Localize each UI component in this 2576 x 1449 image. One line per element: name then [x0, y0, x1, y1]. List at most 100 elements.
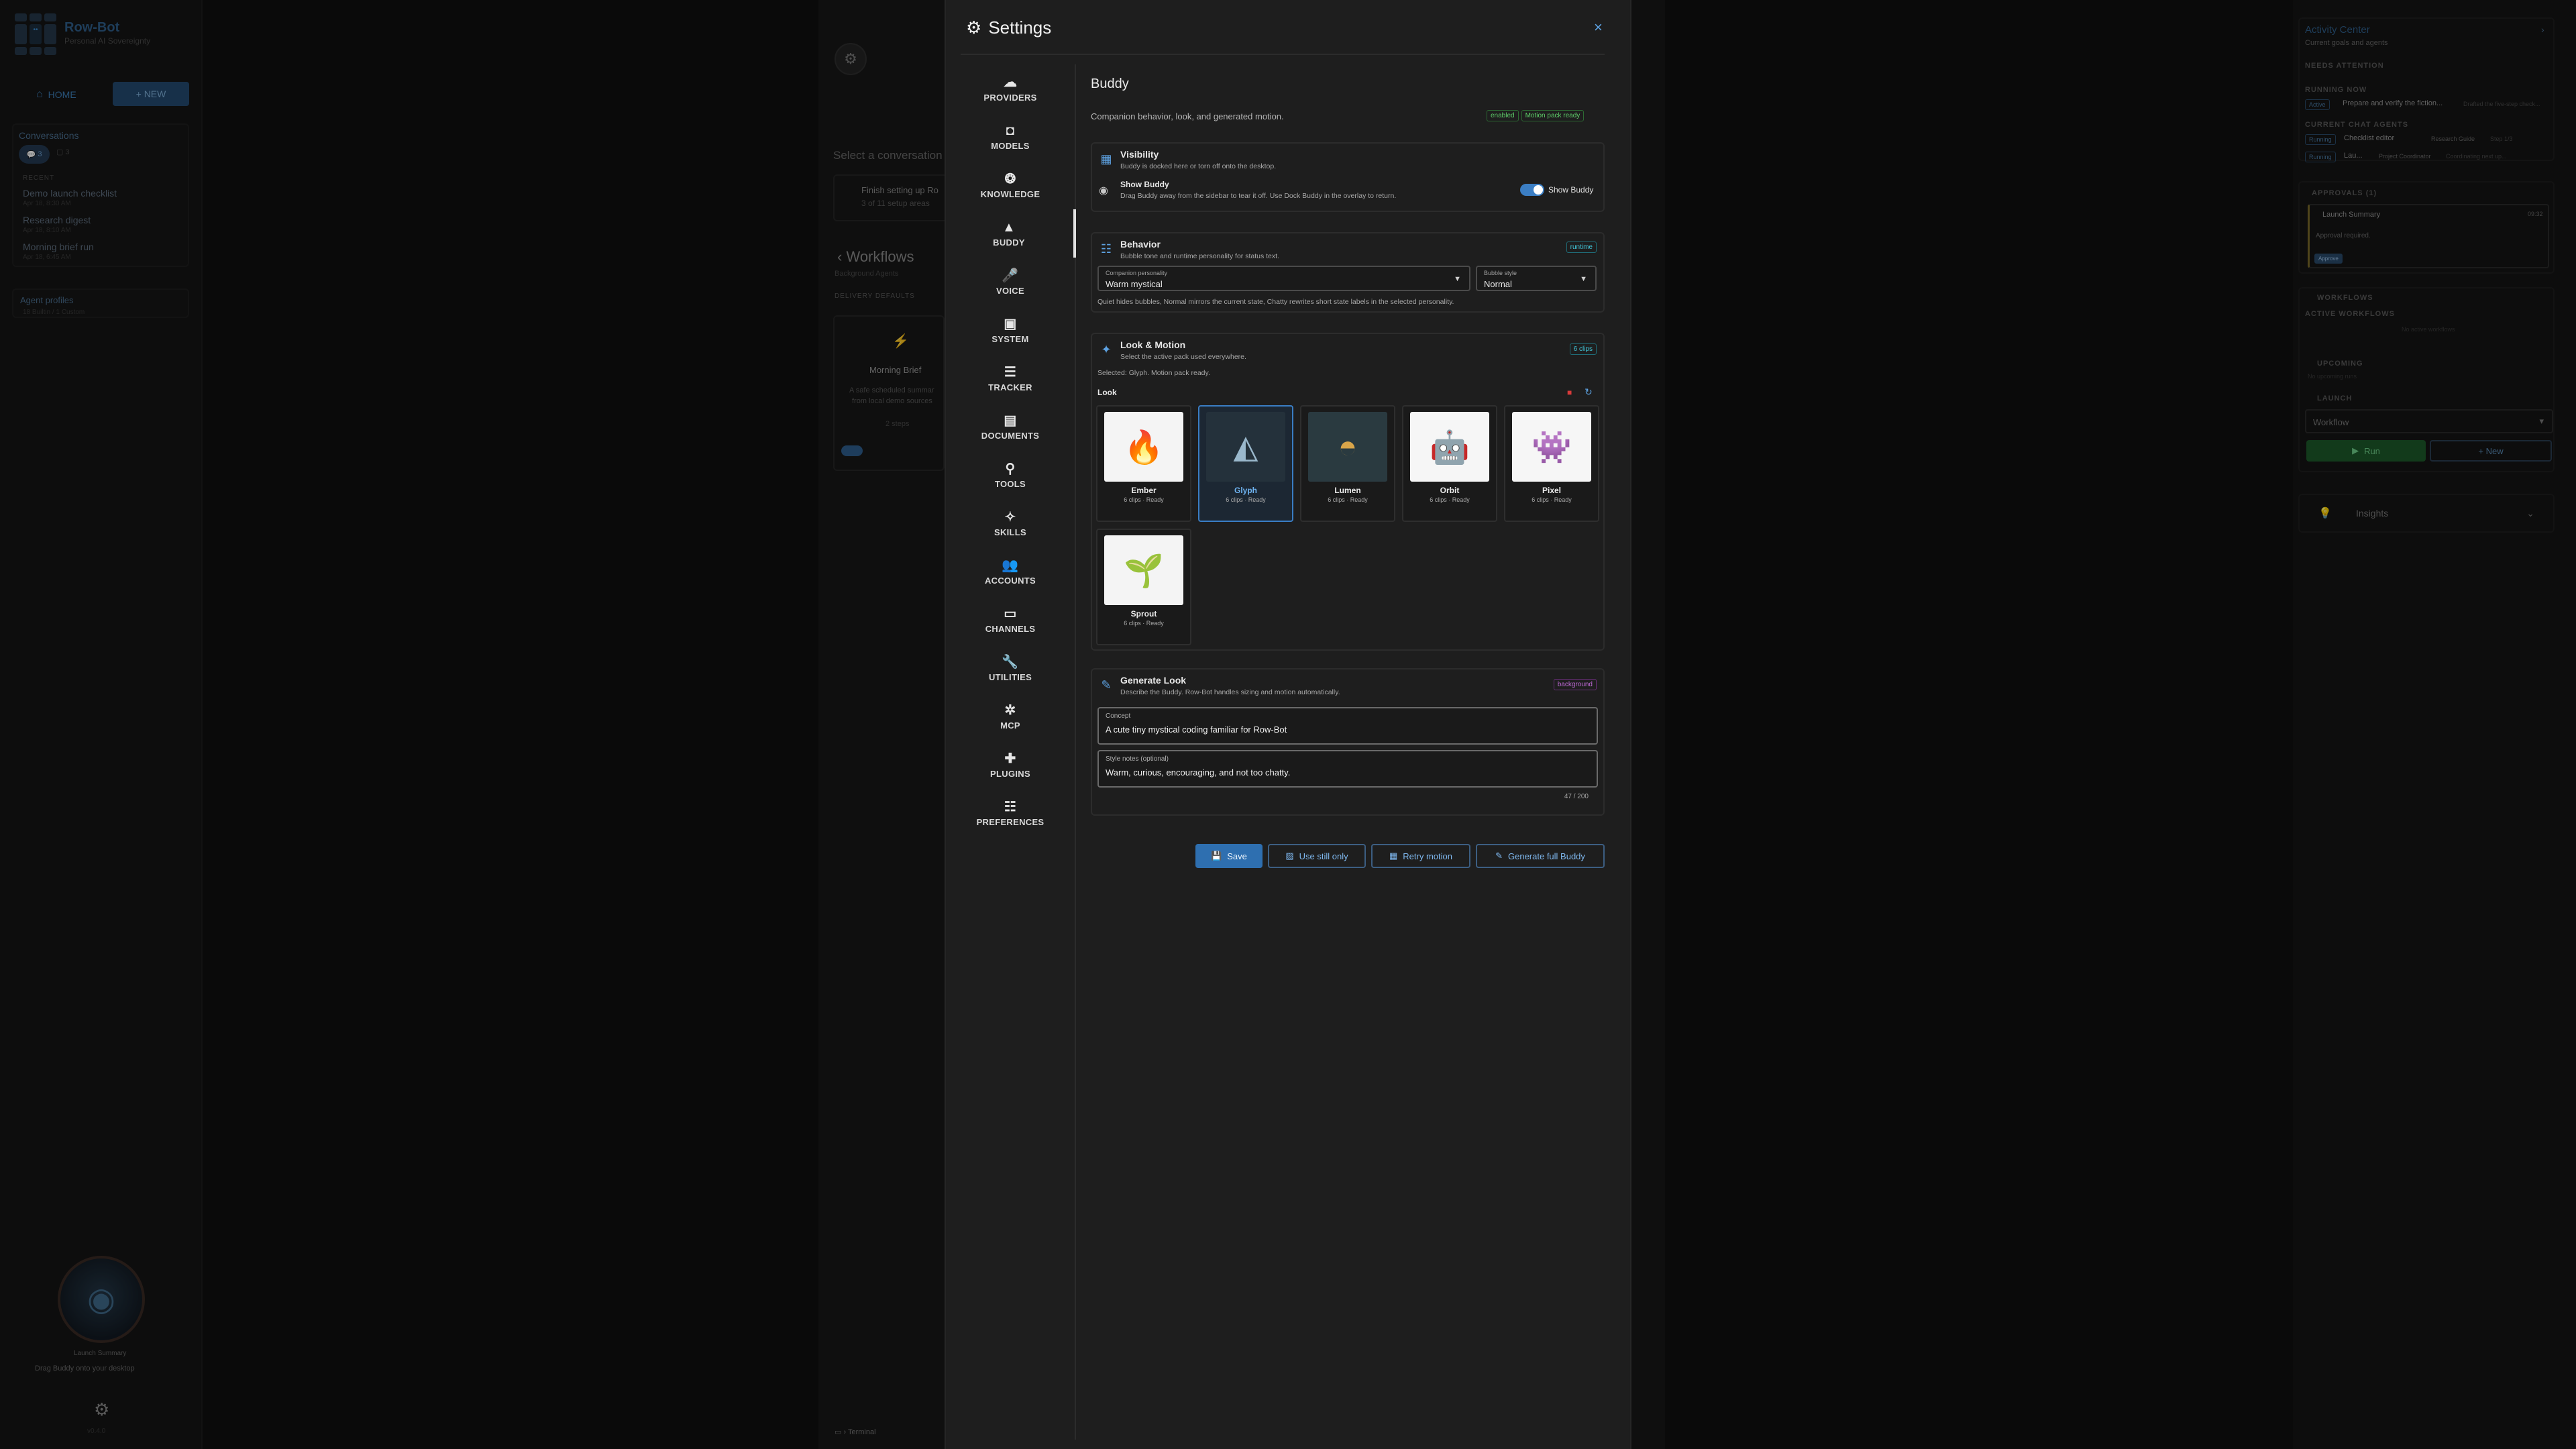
look-name: Pixel — [1542, 486, 1562, 495]
nav-label: CHANNELS — [985, 623, 1036, 634]
save-button[interactable]: 💾 Save — [1195, 844, 1263, 868]
people-icon: 👥 — [1002, 557, 1019, 573]
nav-label: PLUGINS — [990, 768, 1030, 779]
nav-label: MODELS — [991, 140, 1030, 151]
bubble-style-label: Bubble style — [1484, 270, 1517, 276]
nav-voice[interactable]: 🎤 VOICE — [945, 258, 1076, 306]
nav-accounts[interactable]: 👥 ACCOUNTS — [945, 547, 1076, 596]
look-name: Lumen — [1334, 486, 1361, 495]
pet-icon: ▲ — [1002, 219, 1016, 235]
look-card-glyph[interactable]: ◭ Glyph 6 clips · Ready — [1198, 405, 1293, 522]
ember-image: 🔥 — [1104, 412, 1183, 482]
monitor-icon: ▣ — [1004, 316, 1017, 331]
look-status: 6 clips · Ready — [1124, 496, 1164, 503]
nav-channels[interactable]: ▭ CHANNELS — [945, 596, 1076, 644]
microphone-icon: 🎤 — [1002, 268, 1019, 283]
save-label: Save — [1227, 851, 1247, 861]
visibility-section: ▦ Visibility Buddy is docked here or tor… — [1091, 142, 1605, 212]
tune-icon: ☷ — [1100, 241, 1112, 256]
look-status: 6 clips · Ready — [1328, 496, 1368, 503]
look-card-sprout[interactable]: 🌱 Sprout 6 clips · Ready — [1096, 529, 1191, 645]
magic-wand-icon: ✎ — [1101, 678, 1112, 692]
nav-skills[interactable]: ✧ SKILLS — [945, 499, 1076, 547]
style-notes-value: Warm, curious, encouraging, and not too … — [1106, 767, 1291, 777]
nav-label: PREFERENCES — [976, 816, 1044, 827]
delete-icon[interactable]: ■ — [1567, 388, 1572, 397]
nav-mcp[interactable]: ✲ MCP — [945, 692, 1076, 741]
retry-motion-button[interactable]: ▦ Retry motion — [1371, 844, 1470, 868]
use-still-button[interactable]: ▨ Use still only — [1268, 844, 1366, 868]
concept-field[interactable]: Concept A cute tiny mystical coding fami… — [1097, 707, 1598, 745]
use-still-label: Use still only — [1299, 851, 1348, 861]
look-status: 6 clips · Ready — [1532, 496, 1572, 503]
nav-label: UTILITIES — [988, 672, 1032, 682]
nav-label: VOICE — [996, 285, 1024, 296]
wand-icon: ✎ — [1495, 851, 1503, 861]
nav-tools[interactable]: ⚲ TOOLS — [945, 451, 1076, 499]
wand-icon: ✧ — [1004, 509, 1016, 525]
bubble-style-value: Normal — [1484, 279, 1512, 289]
look-status: 6 clips · Ready — [1430, 496, 1470, 503]
look-card-orbit[interactable]: 🤖 Orbit 6 clips · Ready — [1402, 405, 1497, 522]
nav-plugins[interactable]: ✚ PLUGINS — [945, 741, 1076, 789]
show-buddy-title: Show Buddy — [1120, 180, 1169, 189]
nav-label: SYSTEM — [991, 333, 1029, 344]
nav-label: TOOLS — [994, 478, 1026, 489]
image-icon: ▨ — [1285, 851, 1294, 861]
look-card-lumen[interactable]: ◓ Lumen 6 clips · Ready — [1300, 405, 1395, 522]
style-notes-label: Style notes (optional) — [1106, 755, 1169, 763]
refresh-icon[interactable]: ↻ — [1585, 386, 1593, 398]
personality-select[interactable]: Companion personality Warm mystical ▼ — [1097, 266, 1470, 291]
nav-preferences[interactable]: ☷ PREFERENCES — [945, 789, 1076, 837]
sparkle-icon: ✦ — [1101, 342, 1112, 356]
behavior-subtitle: Bubble tone and runtime personality for … — [1120, 252, 1279, 260]
generate-title: Generate Look — [1120, 675, 1187, 686]
nav-buddy[interactable]: ▲ BUDDY — [945, 209, 1076, 258]
show-buddy-toggle-label: Show Buddy — [1548, 185, 1594, 195]
brain-icon: ❂ — [1004, 171, 1016, 186]
look-card-ember[interactable]: 🔥 Ember 6 clips · Ready — [1096, 405, 1191, 522]
look-subtitle: Select the active pack used everywhere. — [1120, 353, 1246, 361]
nav-label: ACCOUNTS — [984, 575, 1036, 586]
motion-badge: Motion pack ready — [1521, 110, 1585, 121]
style-notes-field[interactable]: Style notes (optional) Warm, curious, en… — [1097, 750, 1598, 788]
show-buddy-toggle[interactable] — [1520, 184, 1544, 196]
nav-utilities[interactable]: 🔧 UTILITIES — [945, 644, 1076, 692]
selected-status: Selected: Glyph. Motion pack ready. — [1097, 369, 1210, 377]
page-title: Buddy — [1091, 76, 1129, 91]
chevron-down-icon: ▼ — [1454, 275, 1461, 283]
checklist-icon: ☰ — [1004, 364, 1017, 380]
enabled-badge: enabled — [1487, 110, 1519, 121]
nav-providers[interactable]: ☁ PROVIDERS — [945, 64, 1076, 113]
personality-value: Warm mystical — [1106, 279, 1163, 289]
robot-icon: ◘ — [1006, 123, 1015, 138]
look-name: Glyph — [1234, 486, 1257, 495]
glyph-image: ◭ — [1206, 412, 1285, 482]
retry-motion-label: Retry motion — [1403, 851, 1452, 861]
nav-label: KNOWLEDGE — [980, 189, 1040, 199]
settings-title: Settings — [988, 17, 1052, 38]
bubble-style-select[interactable]: Bubble style Normal ▼ — [1476, 266, 1597, 291]
nav-knowledge[interactable]: ❂ KNOWLEDGE — [945, 161, 1076, 209]
look-title: Look & Motion — [1120, 339, 1186, 350]
nav-documents[interactable]: ▤ DOCUMENTS — [945, 402, 1076, 451]
nav-label: BUDDY — [993, 237, 1025, 248]
generate-look-section: ✎ Generate Look Describe the Buddy. Row-… — [1091, 668, 1605, 816]
behavior-hint: Quiet hides bubbles, Normal mirrors the … — [1097, 298, 1454, 306]
nav-models[interactable]: ◘ MODELS — [945, 113, 1076, 161]
nav-system[interactable]: ▣ SYSTEM — [945, 306, 1076, 354]
concept-label: Concept — [1106, 712, 1131, 720]
nav-label: TRACKER — [988, 382, 1032, 392]
close-icon[interactable]: × — [1594, 19, 1603, 36]
character-count: 47 / 200 — [1564, 793, 1589, 800]
generate-full-buddy-button[interactable]: ✎ Generate full Buddy — [1476, 844, 1605, 868]
look-card-pixel[interactable]: 👾 Pixel 6 clips · Ready — [1504, 405, 1599, 522]
grid-icon: ▦ — [1100, 152, 1112, 166]
orbit-image: 🤖 — [1410, 412, 1489, 482]
settings-nav: ☁ PROVIDERS ◘ MODELS ❂ KNOWLEDGE ▲ BUDDY 🎤 VO… — [945, 64, 1076, 1440]
look-name: Sprout — [1130, 609, 1157, 619]
cloud-icon: ☁ — [1003, 74, 1018, 90]
nav-tracker[interactable]: ☰ TRACKER — [945, 354, 1076, 402]
look-motion-section: ✦ Look & Motion Select the active pack u… — [1091, 333, 1605, 651]
personality-label: Companion personality — [1106, 270, 1168, 276]
